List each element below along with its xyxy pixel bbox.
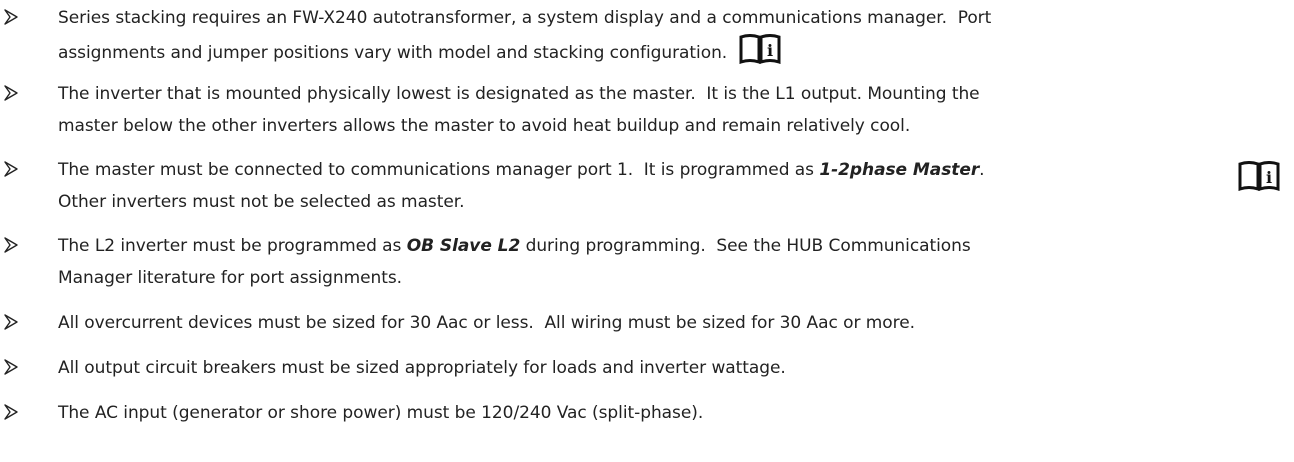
setting-name-emphasis: OB Slave L2 — [406, 236, 521, 256]
bullet-line: assignments and jumper positions vary wi… — [58, 43, 733, 63]
arrow-bullet-icon — [4, 85, 18, 101]
bullet-text: The master must be connected to communic… — [58, 154, 1238, 218]
book-info-icon: i — [1238, 161, 1280, 191]
svg-text:i: i — [1266, 168, 1272, 187]
bullet-line: Other inverters must not be selected as … — [58, 192, 465, 212]
bullet-line: The master must be connected to communic… — [58, 160, 820, 180]
bullet-line: during programming. See the HUB Communic… — [520, 236, 971, 256]
setting-name-emphasis: 1-2phase Master — [819, 160, 980, 180]
book-info-icon: i — [739, 34, 780, 64]
bullet-line: . — [979, 160, 985, 180]
bullet-line: Series stacking requires an FW-X240 auto… — [58, 8, 992, 28]
svg-text:i: i — [766, 41, 772, 60]
document-page: Series stacking requires an FW-X240 auto… — [0, 0, 1294, 462]
bullet-line: The AC input (generator or shore power) … — [58, 403, 704, 423]
bullet-line: The L2 inverter must be programmed as — [58, 236, 407, 256]
bullet-line: Manager literature for port assignments. — [58, 268, 402, 288]
bullet-text: The L2 inverter must be programmed as OB… — [58, 230, 1238, 294]
bullet-text: All overcurrent devices must be sized fo… — [58, 307, 1238, 339]
arrow-bullet-icon — [4, 237, 18, 253]
arrow-bullet-icon — [4, 9, 18, 25]
bullet-text: Series stacking requires an FW-X240 auto… — [58, 2, 1238, 69]
arrow-bullet-icon — [4, 359, 18, 375]
bullet-line: All output circuit breakers must be size… — [58, 358, 786, 378]
bullet-line: master below the other inverters allows … — [58, 116, 911, 136]
bullet-text: The AC input (generator or shore power) … — [58, 397, 1238, 429]
bullet-text: The inverter that is mounted physically … — [58, 78, 1238, 142]
arrow-bullet-icon — [4, 161, 18, 177]
bullet-line: The inverter that is mounted physically … — [58, 84, 980, 104]
arrow-bullet-icon — [4, 314, 18, 330]
bullet-text: All output circuit breakers must be size… — [58, 352, 1238, 384]
arrow-bullet-icon — [4, 404, 18, 420]
bullet-line: All overcurrent devices must be sized fo… — [58, 313, 915, 333]
